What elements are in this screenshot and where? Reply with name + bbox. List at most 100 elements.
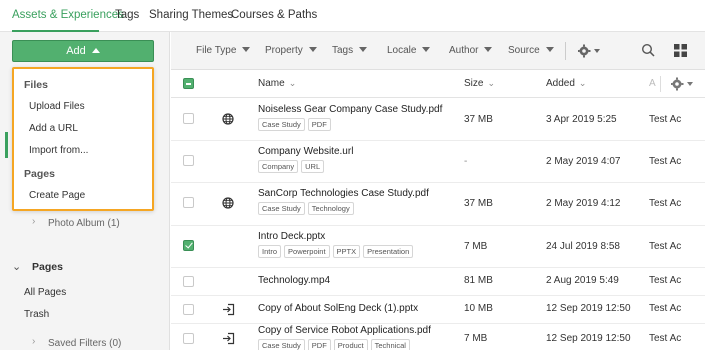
row-size: 7 MB [464, 333, 488, 344]
row-added: 2 May 2019 4:07 [546, 156, 621, 167]
row-checkbox[interactable] [183, 240, 194, 251]
add-menu: Files Upload Files Add a URL Import from… [12, 67, 154, 211]
row-name[interactable]: Intro Deck.pptx [258, 231, 325, 242]
filter-tags[interactable]: Tags [332, 45, 368, 56]
column-header-size[interactable]: Size ⌄ [464, 78, 495, 89]
tag-chip[interactable]: PDF [307, 339, 331, 350]
column-header-author[interactable]: A [649, 78, 656, 89]
row-tags: Case Study PDF Product Technical [258, 339, 410, 350]
row-added: 2 May 2019 4:12 [546, 198, 621, 209]
chevron-down-icon: ⌄ [578, 78, 587, 88]
row-name[interactable]: Company Website.url [258, 146, 353, 157]
tag-chip[interactable]: Case Study [258, 339, 305, 350]
sidebar-pages-heading[interactable]: Pages [32, 261, 63, 273]
column-added-label: Added [546, 78, 575, 89]
tag-chip[interactable]: Intro [258, 245, 282, 258]
menu-item-upload-files[interactable]: Upload Files [29, 101, 85, 112]
grid-view-icon[interactable] [674, 44, 687, 60]
row-name[interactable]: Copy of About SolEng Deck (1).pptx [258, 303, 418, 314]
row-checkbox[interactable] [183, 304, 194, 315]
row-author: Test Ac [649, 303, 682, 314]
filter-locale[interactable]: Locale [387, 45, 431, 56]
sidebar-item-trash[interactable]: Trash [24, 309, 49, 320]
gear-icon[interactable] [577, 44, 602, 61]
row-checkbox[interactable] [183, 276, 194, 287]
column-name-label: Name [258, 78, 285, 89]
table-row[interactable]: Noiseless Gear Company Case Study.pdf Ca… [171, 99, 705, 141]
row-checkbox[interactable] [183, 333, 194, 344]
menu-item-import-from[interactable]: Import from... [29, 145, 88, 156]
tag-chip[interactable]: Case Study [258, 202, 305, 215]
column-size-label: Size [464, 78, 484, 89]
sidebar-item-saved-filters[interactable]: Saved Filters (0) [48, 338, 121, 349]
selected-folder-marker [5, 132, 8, 158]
row-name[interactable]: Noiseless Gear Company Case Study.pdf [258, 104, 442, 115]
add-button-label: Add [66, 45, 86, 57]
tag-chip[interactable]: PPTX [332, 245, 361, 258]
row-checkbox[interactable] [183, 155, 194, 166]
tag-chip[interactable]: Product [333, 339, 368, 350]
asset-table: Name ⌄ Size ⌄ Added ⌄ A Noiseless Gear Comp… [171, 70, 705, 350]
chevron-right-icon[interactable]: › [32, 216, 35, 227]
filter-property[interactable]: Property [265, 45, 317, 56]
filter-file-type[interactable]: File Type [196, 45, 251, 56]
tag-chip[interactable]: URL [301, 160, 325, 173]
row-size: 7 MB [464, 241, 488, 252]
filter-label: Locale [387, 45, 417, 56]
tag-chip[interactable]: Powerpoint [284, 245, 330, 258]
chevron-down-icon[interactable]: ⌄ [12, 260, 21, 273]
column-settings-gear-icon[interactable] [670, 77, 695, 94]
row-added: 2 Aug 2019 5:49 [546, 275, 619, 286]
login-icon [222, 332, 235, 348]
filter-source[interactable]: Source [508, 45, 554, 56]
tag-chip[interactable]: Technology [307, 202, 354, 215]
toolbar-divider [565, 42, 566, 60]
tag-chip[interactable]: Presentation [363, 245, 414, 258]
row-name[interactable]: Copy of Service Robot Applications.pdf [258, 325, 431, 336]
column-separator [660, 76, 661, 92]
menu-heading-pages: Pages [24, 168, 55, 180]
column-header-name[interactable]: Name ⌄ [258, 78, 296, 89]
tab-tags[interactable]: Tags [115, 9, 139, 21]
table-row[interactable]: Copy of About SolEng Deck (1).pptx 10 MB… [171, 296, 705, 324]
table-row[interactable]: Copy of Service Robot Applications.pdf C… [171, 324, 705, 350]
globe-icon [222, 197, 234, 212]
sidebar-item-all-pages[interactable]: All Pages [24, 287, 66, 298]
row-tags: Case Study Technology [258, 202, 354, 215]
table-row[interactable]: SanCorp Technologies Case Study.pdf Case… [171, 183, 705, 226]
menu-item-create-page[interactable]: Create Page [29, 190, 85, 201]
sidebar-item-photo-album[interactable]: Photo Album (1) [48, 218, 120, 229]
column-header-added[interactable]: Added ⌄ [546, 78, 586, 89]
add-button[interactable]: Add [12, 40, 154, 62]
tab-assets-experiences[interactable]: Assets & Experiences [12, 9, 124, 21]
table-row[interactable]: Intro Deck.pptx Intro Powerpoint PPTX Pr… [171, 226, 705, 268]
menu-item-add-url[interactable]: Add a URL [29, 123, 78, 134]
tab-courses-paths[interactable]: Courses & Paths [231, 9, 317, 21]
row-name[interactable]: Technology.mp4 [258, 275, 330, 286]
tag-chip[interactable]: Company [258, 160, 299, 173]
search-icon[interactable] [641, 43, 655, 60]
table-row[interactable]: Technology.mp4 81 MB 2 Aug 2019 5:49 Tes… [171, 268, 705, 296]
row-author: Test Ac [649, 275, 682, 286]
chevron-right-icon[interactable]: › [32, 336, 35, 347]
tag-chip[interactable]: Technical [370, 339, 410, 350]
tab-sharing-themes[interactable]: Sharing Themes [149, 9, 233, 21]
filter-author[interactable]: Author [449, 45, 493, 56]
row-checkbox[interactable] [183, 113, 194, 124]
row-added: 12 Sep 2019 12:50 [546, 303, 631, 314]
row-checkbox[interactable] [183, 197, 194, 208]
caret-down-icon [308, 47, 317, 52]
row-size: 81 MB [464, 275, 493, 286]
row-size: 37 MB [464, 114, 493, 125]
filter-label: Author [449, 45, 479, 56]
filter-label: Property [265, 45, 303, 56]
filter-toolbar: File Type Property Tags Locale Author So… [171, 32, 705, 70]
row-name[interactable]: SanCorp Technologies Case Study.pdf [258, 188, 429, 199]
select-all-checkbox[interactable] [183, 78, 194, 89]
top-tab-bar: Assets & Experiences Tags Sharing Themes… [0, 0, 705, 32]
tag-chip[interactable]: Case Study [258, 118, 305, 131]
table-row[interactable]: Company Website.url Company URL - 2 May … [171, 141, 705, 183]
login-icon [222, 303, 235, 319]
menu-heading-files: Files [24, 79, 48, 91]
tag-chip[interactable]: PDF [307, 118, 331, 131]
